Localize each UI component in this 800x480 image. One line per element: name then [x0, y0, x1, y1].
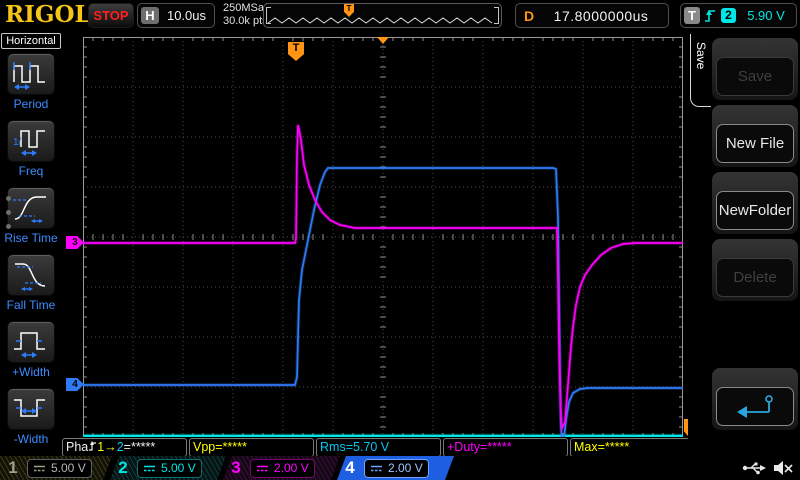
delete-button[interactable]: Delete — [716, 258, 794, 297]
menu-scroll-dot — [6, 210, 11, 215]
channel1-status[interactable]: 1 5.00 V — [0, 456, 112, 480]
channel2-status[interactable]: 2 5.00 V — [110, 456, 226, 480]
trigger-box: T 2 5.90 V — [680, 3, 797, 28]
channel3-position-marker[interactable]: 3 — [66, 236, 84, 249]
menu-scroll-dot — [6, 196, 11, 201]
softkey-frame: Delete — [712, 239, 798, 301]
menu-item-period[interactable]: Period — [0, 53, 62, 119]
usb-icon — [742, 460, 766, 476]
horizontal-center-marker — [377, 37, 389, 50]
waveform-preview: T — [263, 3, 502, 28]
preview-window-bracket-left — [266, 7, 271, 24]
new-folder-button[interactable]: NewFolder — [716, 191, 794, 230]
save-button[interactable]: Save — [716, 57, 794, 96]
new-file-button[interactable]: New File — [716, 124, 794, 163]
trigger-source-badge: 2 — [721, 8, 736, 23]
preview-window-bracket-right — [494, 7, 499, 24]
dc-coupling-icon — [33, 464, 46, 473]
horizontal-timebase-box: H 10.0us — [137, 3, 215, 28]
softkey-frame: New File — [712, 105, 798, 167]
channel4-status[interactable]: 4 2.00 V — [337, 456, 454, 480]
rigol-logo: RIGOL — [5, 1, 91, 28]
return-button[interactable] — [716, 387, 794, 426]
trigger-label: T — [684, 7, 700, 24]
trigger-level-value: 5.90 V — [736, 8, 796, 23]
horizontal-label: H — [141, 7, 159, 24]
menu-item-freq[interactable]: 1/ Freq — [0, 120, 62, 186]
measurement-max: Max=***** — [570, 438, 695, 457]
measure-menu: Horizontal Period 1/ Freq Rise Time — [0, 31, 62, 456]
svg-text:1/: 1/ — [13, 137, 22, 148]
speaker-muted-icon — [772, 459, 794, 477]
rising-edge-icon — [704, 7, 717, 24]
dc-coupling-icon — [370, 464, 383, 473]
channel4-position-marker[interactable]: 4 — [66, 378, 84, 391]
channel-status-bar: 1 5.00 V 2 5.00 V 3 2.00 V 4 2.00 V — [0, 456, 800, 480]
preview-wave-icon — [264, 5, 499, 26]
period-icon — [11, 58, 51, 90]
measure-menu-title: Horizontal — [1, 33, 61, 49]
waveform-display — [83, 37, 683, 437]
measurement-phase: Pha1→2=***** — [62, 438, 187, 457]
measurement-vpp: Vpp=***** — [189, 438, 314, 457]
delay-value: 17.8000000us — [534, 8, 668, 24]
minus-width-icon — [11, 393, 51, 425]
rise-time-icon — [11, 192, 51, 224]
timebase-value: 10.0us — [159, 8, 214, 23]
run-state-badge: STOP — [88, 3, 134, 28]
save-menu-panel: Save Save New File NewFolder Delete — [688, 30, 800, 456]
measurement-rms: Rms=5.70 V — [316, 438, 441, 457]
menu-item-plus-width[interactable]: +Width — [0, 321, 62, 387]
waveform-svg — [83, 37, 683, 437]
plus-width-icon — [11, 326, 51, 358]
measurement-duty: +Duty=***** — [443, 438, 568, 457]
freq-icon: 1/ — [11, 125, 51, 157]
dc-coupling-icon — [143, 464, 156, 473]
top-status-bar: RIGOL STOP H 10.0us 250MSa/s 30.0k pts T… — [0, 0, 800, 30]
softkey-frame — [712, 368, 798, 430]
softkey-frame: NewFolder — [712, 172, 798, 234]
rising-edge-icon — [88, 440, 97, 452]
channel3-status[interactable]: 3 2.00 V — [223, 456, 340, 480]
softkey-frame: Save — [712, 38, 798, 100]
fall-time-icon — [11, 259, 51, 291]
delay-label: D — [524, 8, 534, 24]
return-arrow-icon — [733, 392, 777, 422]
delay-box: D 17.8000000us — [515, 3, 669, 28]
dc-coupling-icon — [256, 464, 269, 473]
menu-item-minus-width[interactable]: -Width — [0, 388, 62, 454]
menu-scroll-dot — [6, 224, 11, 229]
save-menu-tab[interactable]: Save — [690, 34, 711, 107]
menu-item-fall-time[interactable]: Fall Time — [0, 254, 62, 320]
